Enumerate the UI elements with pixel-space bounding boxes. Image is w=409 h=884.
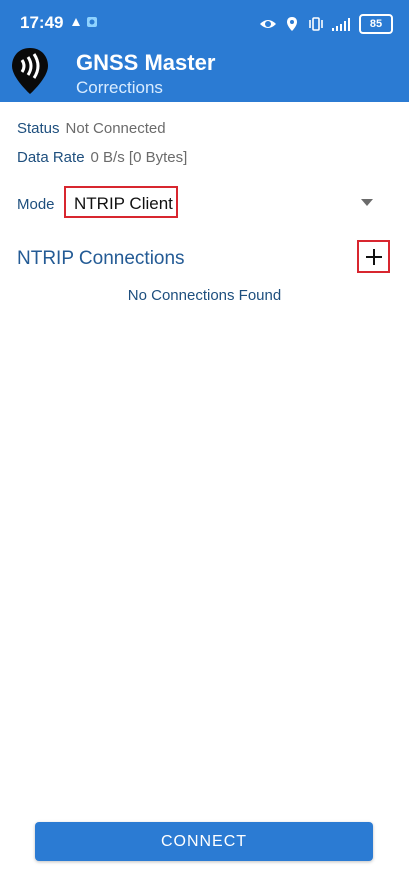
status-label: Status (17, 120, 60, 137)
app-bar: 17:49 85 GNSS Master Corrections (0, 0, 409, 102)
data-rate-label: Data Rate (17, 149, 85, 166)
notification-icon (72, 18, 80, 26)
status-icons: 85 (259, 14, 393, 34)
vibrate-icon (309, 17, 323, 31)
mode-label: Mode (17, 196, 55, 213)
ntrip-connections-title: NTRIP Connections (17, 248, 185, 269)
signal-icon (332, 18, 350, 31)
app-title: GNSS Master (76, 50, 216, 75)
location-icon (287, 17, 297, 31)
status-row: Status Not Connected (17, 120, 166, 137)
add-connection-button[interactable] (357, 240, 390, 273)
battery-indicator: 85 (359, 14, 393, 34)
mode-selected-value: NTRIP Client (74, 194, 173, 213)
eye-icon (260, 20, 276, 28)
data-rate-value: 0 B/s [0 Bytes] (90, 149, 188, 166)
app-notification-icon (87, 17, 97, 27)
status-bar: 17:49 85 (0, 0, 409, 46)
data-rate-row: Data Rate 0 B/s [0 Bytes] (17, 149, 187, 166)
status-time: 17:49 (20, 13, 64, 32)
plus-icon (366, 249, 382, 265)
dropdown-arrow-icon[interactable] (361, 199, 373, 207)
connect-button[interactable]: CONNECT (35, 822, 373, 861)
empty-connections-message: No Connections Found (127, 287, 282, 304)
app-subtitle: Corrections (76, 78, 163, 97)
gnss-pin-logo-icon (12, 48, 48, 94)
status-value: Not Connected (65, 120, 166, 137)
mode-dropdown[interactable]: NTRIP Client (64, 186, 178, 218)
